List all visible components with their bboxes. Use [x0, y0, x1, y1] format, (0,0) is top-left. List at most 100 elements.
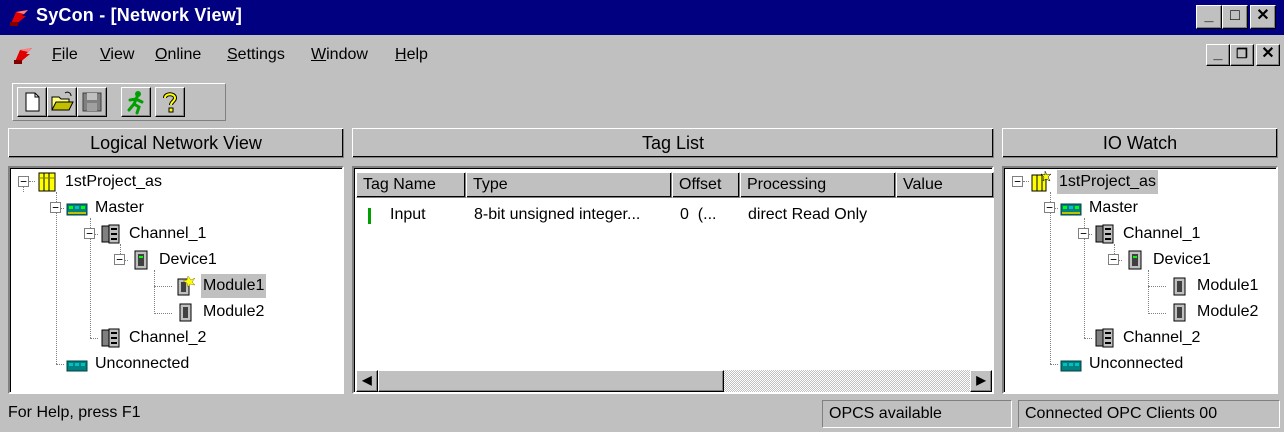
- logical-network-tree[interactable]: − 1stProject_as − Master − Channel_1 − D…: [8, 166, 344, 394]
- column-header-processing[interactable]: Processing: [740, 172, 896, 198]
- toolbar: [12, 83, 226, 121]
- menu-bar: File View Online Settings Window Help _ …: [0, 36, 1284, 74]
- app-icon[interactable]: [8, 6, 30, 28]
- collapse-toggle[interactable]: −: [18, 176, 29, 187]
- menu-file-accel: F: [52, 46, 62, 63]
- io-node-master[interactable]: Master: [1060, 196, 1140, 220]
- tree-node-master[interactable]: Master: [66, 196, 146, 220]
- menu-settings[interactable]: Settings: [227, 46, 285, 64]
- tree-label-project: 1stProject_as: [65, 173, 162, 190]
- master-card-icon: [66, 197, 88, 219]
- collapse-toggle[interactable]: −: [1078, 228, 1089, 239]
- column-header-value[interactable]: Value: [896, 172, 994, 198]
- project-edit-icon: [1030, 171, 1052, 193]
- minimize-button[interactable]: _: [1196, 5, 1222, 29]
- close-button[interactable]: ✕: [1250, 5, 1276, 29]
- column-header-offset[interactable]: Offset: [672, 172, 740, 198]
- module-icon: [1168, 301, 1190, 323]
- menu-view-rest: iew: [110, 46, 135, 63]
- arrow-left-icon: ◀: [362, 373, 372, 387]
- maximize-button[interactable]: □: [1222, 5, 1248, 29]
- collapse-toggle[interactable]: −: [1108, 254, 1119, 265]
- save-button[interactable]: [77, 87, 107, 117]
- logical-network-header: Logical Network View: [8, 128, 344, 158]
- tree-node-device-1[interactable]: Device1: [130, 248, 219, 272]
- status-clients: Connected OPC Clients 00: [1018, 400, 1280, 428]
- tree-node-module-1[interactable]: Module1: [174, 274, 267, 298]
- tree-label-channel-1: Channel_1: [129, 225, 207, 242]
- tag-list-header: Tag List: [352, 128, 994, 158]
- column-header-tag-name[interactable]: Tag Name: [356, 172, 466, 198]
- device-icon: [130, 249, 152, 271]
- tag-name-cell: Input: [390, 206, 426, 223]
- scroll-right-button[interactable]: ▶: [970, 370, 992, 392]
- tree-label-master: Master: [95, 199, 144, 216]
- status-bar: For Help, press F1 OPCS available Connec…: [0, 396, 1284, 432]
- input-tag-icon: [368, 208, 371, 224]
- io-label-unconnected: Unconnected: [1089, 355, 1184, 372]
- mdi-minimize-button[interactable]: _: [1206, 44, 1230, 66]
- io-label-channel-2: Channel_2: [1123, 329, 1201, 346]
- menu-view[interactable]: View: [100, 46, 134, 64]
- tag-processing-cell: direct Read Only: [748, 206, 868, 223]
- tree-node-module-2[interactable]: Module2: [174, 300, 266, 324]
- arrow-right-icon: ▶: [976, 373, 986, 387]
- tag-list[interactable]: Tag Name Type Offset Processing Value In…: [352, 166, 994, 394]
- help-icon: [163, 92, 178, 113]
- window-title: SyCon - [Network View]: [36, 5, 243, 25]
- new-button[interactable]: [17, 87, 47, 117]
- title-bar[interactable]: SyCon - [Network View] _ □ ✕: [0, 0, 1284, 36]
- project-icon: [36, 171, 58, 193]
- close-icon: ✕: [1261, 45, 1275, 62]
- menu-file[interactable]: File: [52, 46, 78, 64]
- tree-label-device-1: Device1: [159, 251, 217, 268]
- device-icon: [1124, 249, 1146, 271]
- restore-icon: ❐: [1236, 46, 1248, 61]
- collapse-toggle[interactable]: −: [84, 228, 95, 239]
- collapse-toggle[interactable]: −: [1012, 176, 1023, 187]
- mdi-close-button[interactable]: ✕: [1256, 44, 1280, 66]
- io-label-channel-1: Channel_1: [1123, 225, 1201, 242]
- menu-help[interactable]: Help: [395, 46, 428, 64]
- io-node-device-1[interactable]: Device1: [1124, 248, 1213, 272]
- menu-online-accel: O: [155, 46, 168, 63]
- save-icon: [82, 92, 102, 112]
- tag-offset-cell: 0 (...: [680, 206, 717, 223]
- minimize-icon: _: [1213, 45, 1223, 62]
- menu-window[interactable]: Window: [311, 46, 368, 64]
- menu-online[interactable]: Online: [155, 46, 201, 64]
- document-icon[interactable]: [12, 44, 34, 66]
- io-node-module-2[interactable]: Module2: [1168, 300, 1260, 324]
- tree-label-channel-2: Channel_2: [129, 329, 207, 346]
- tree-label-unconnected: Unconnected: [95, 355, 190, 372]
- help-button[interactable]: [155, 87, 185, 117]
- mdi-restore-button[interactable]: ❐: [1230, 44, 1254, 66]
- io-node-project[interactable]: 1stProject_as: [1030, 170, 1158, 194]
- tree-node-project[interactable]: 1stProject_as: [36, 170, 164, 194]
- tag-type-cell: 8-bit unsigned integer...: [474, 206, 641, 223]
- collapse-toggle[interactable]: −: [1044, 202, 1055, 213]
- channel-icon: [1094, 223, 1116, 245]
- scroll-thumb[interactable]: [378, 370, 724, 392]
- tree-label-module-1: Module1: [201, 274, 267, 298]
- io-label-project: 1stProject_as: [1057, 170, 1158, 194]
- io-node-channel-2[interactable]: Channel_2: [1094, 326, 1202, 350]
- open-button[interactable]: [47, 87, 77, 117]
- horizontal-scrollbar[interactable]: ◀ ▶: [356, 370, 992, 392]
- tree-node-unconnected[interactable]: Unconnected: [66, 352, 191, 376]
- io-watch-tree[interactable]: − 1stProject_as − Master − Channel_1 − D…: [1002, 166, 1278, 394]
- tree-node-channel-1[interactable]: Channel_1: [100, 222, 208, 246]
- collapse-toggle[interactable]: −: [114, 254, 125, 265]
- scroll-left-button[interactable]: ◀: [356, 370, 378, 392]
- collapse-toggle[interactable]: −: [50, 202, 61, 213]
- column-header-type[interactable]: Type: [466, 172, 672, 198]
- menu-online-rest: nline: [167, 46, 202, 63]
- io-node-unconnected[interactable]: Unconnected: [1060, 352, 1185, 376]
- run-button[interactable]: [121, 87, 151, 117]
- io-node-module-1[interactable]: Module1: [1168, 274, 1260, 298]
- io-node-channel-1[interactable]: Channel_1: [1094, 222, 1202, 246]
- channel-icon: [100, 223, 122, 245]
- io-label-module-2: Module2: [1197, 303, 1259, 320]
- tree-node-channel-2[interactable]: Channel_2: [100, 326, 208, 350]
- menu-help-accel: H: [395, 46, 407, 63]
